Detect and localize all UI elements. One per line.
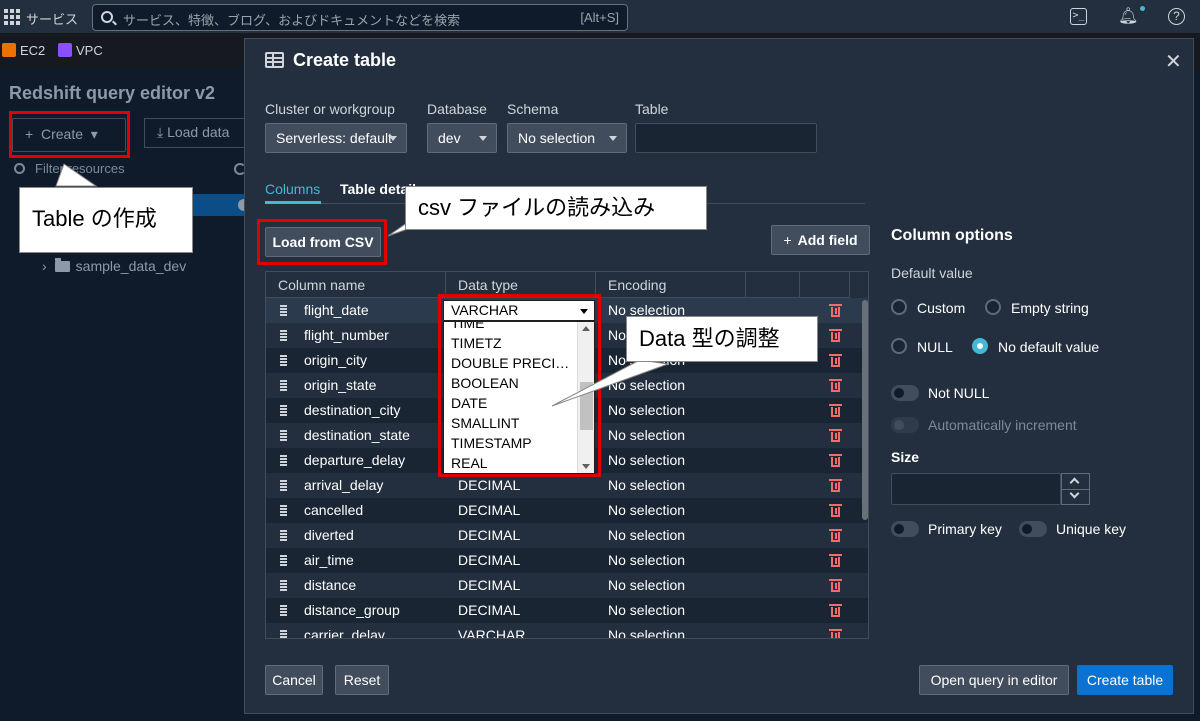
callout-tails [55,163,669,407]
csv-callout: csv ファイルの読み込み [405,186,707,230]
datatype-callout: Data 型の調整 [626,316,818,362]
datatype-callout-tail [551,359,669,407]
create-callout-tail [55,163,98,187]
create-callout: Table の作成 [19,187,193,253]
